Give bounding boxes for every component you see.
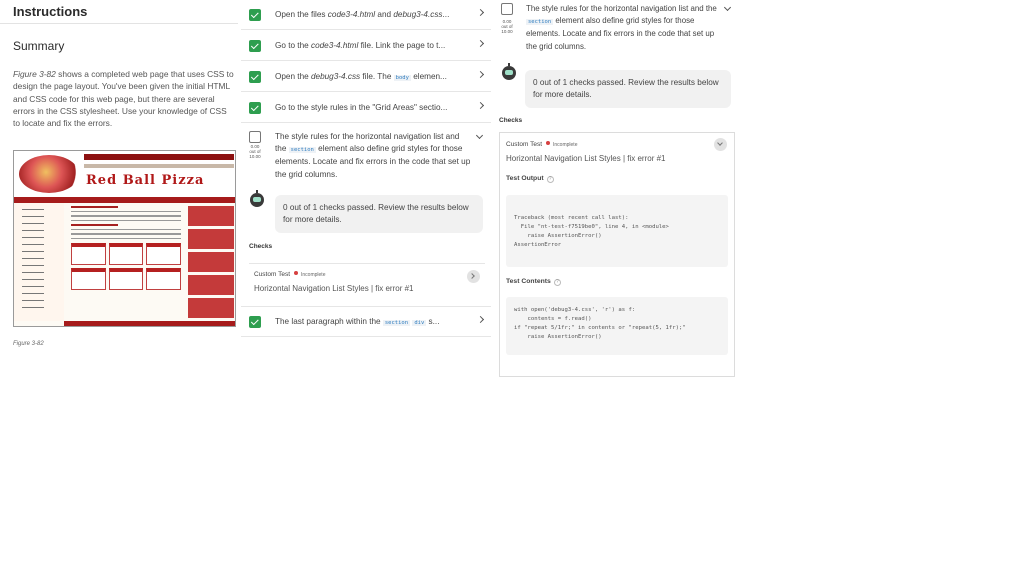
figure-reference: Figure 3-82 [13,69,56,79]
checkbox-checked-icon [249,8,261,21]
chevron-down-icon [717,140,723,146]
test-title: Custom Test Incomplete [506,141,578,148]
robot-icon [250,190,264,207]
task-item-text: Open the files code3-4.html and debug3-4… [275,10,450,19]
figure-footer [64,321,235,326]
checks-label: Checks [499,117,523,124]
collapse-test-button[interactable] [714,138,727,151]
summary-heading: Summary [13,39,65,53]
task-item-text: The style rules for the horizontal navig… [526,4,717,51]
status-dot-icon [294,271,299,275]
figure-address-bar [84,154,234,160]
test-contents-code: with open('debug3-4.css', 'r') as f: con… [506,297,728,355]
task-item-3[interactable]: Open the debug3-4.css file. The body ele… [241,62,491,92]
feedback-bubble: 0 out of 1 checks passed. Review the res… [275,195,483,233]
summary-paragraph: Figure 3-82 shows a completed web page t… [13,68,235,129]
instructions-header: Instructions [0,0,238,24]
task-item-1[interactable]: Open the files code3-4.html and debug3-4… [241,0,491,30]
figure-sidebar [188,203,234,321]
chevron-right-icon [476,70,485,79]
figure-left-nav [14,203,64,321]
task-item-4[interactable]: Go to the style rules in the "Grid Areas… [241,93,491,123]
instructions-title: Instructions [13,4,88,19]
test-name: Horizontal Navigation List Styles | fix … [506,154,666,163]
figure-header: Red Ball Pizza [14,151,235,197]
robot-icon [502,63,516,80]
figure-caption: Figure 3-82 [13,341,44,347]
test-name: Horizontal Navigation List Styles | fix … [254,284,414,293]
help-icon[interactable]: ? [546,176,554,183]
status-badge: Incomplete [553,142,578,148]
checkbox-checked-icon [249,39,261,52]
figure-main-content [67,203,185,321]
chevron-down-icon[interactable] [475,131,484,140]
task-item-6[interactable]: The last paragraph within the section di… [241,307,491,337]
test-detail-card: Custom Test Incomplete Horizontal Navigat… [499,132,735,377]
task-item-text: Go to the style rules in the "Grid Areas… [275,103,448,112]
chevron-right-icon [476,101,485,110]
task-item-text: The style rules for the horizontal navig… [275,132,471,179]
pizza-logo-icon [19,155,79,193]
task-list: Open the files code3-4.html and debug3-4… [241,0,491,340]
task-item-text: Go to the code3-4.html file. Link the pa… [275,41,446,50]
chevron-right-icon [469,273,475,279]
checkbox-checked-icon [249,315,261,328]
checks-label: Checks [249,243,273,250]
task-item-text: Open the debug3-4.css file. The body ele… [275,72,447,81]
checkbox-unchecked-icon[interactable] [501,3,513,15]
expand-test-button[interactable] [467,270,480,283]
chevron-right-icon [476,39,485,48]
task-score: 0.00 out of 10.00 [249,144,261,159]
test-output-code: Traceback (most recent call last): File … [506,195,728,267]
chevron-right-icon [476,8,485,17]
task-item-text: The last paragraph within the section di… [275,317,440,326]
status-dot-icon [546,141,551,145]
feedback-bubble: 0 out of 1 checks passed. Review the res… [525,70,731,108]
checkbox-checked-icon [249,70,261,83]
instructions-panel: Instructions Summary Figure 3-82 shows a… [0,0,238,576]
checkbox-checked-icon [249,101,261,114]
figure-image: Red Ball Pizza [13,150,236,327]
test-contents-label: Test Contents? [506,278,561,286]
chevron-down-icon[interactable] [723,3,732,12]
test-row[interactable]: Custom Test Incomplete Horizontal Navigat… [249,263,485,299]
status-badge: Incomplete [301,272,326,278]
figure-site-title: Red Ball Pizza [86,173,205,188]
chevron-right-icon [476,315,485,324]
task-detail-panel: 0.00 out of 10.00 The style rules for the … [499,0,735,378]
task-item-2[interactable]: Go to the code3-4.html file. Link the pa… [241,31,491,61]
checkbox-unchecked-icon[interactable] [249,131,261,143]
test-title: Custom Test Incomplete [254,271,326,278]
help-icon[interactable]: ? [553,279,561,286]
task-score: 0.00 out of 10.00 [501,19,513,34]
test-output-label: Test Output? [506,175,554,183]
figure-header-stripe [84,164,234,168]
task-item-5-expanded: 0.00 out of 10.00 The style rules for the … [241,125,491,307]
